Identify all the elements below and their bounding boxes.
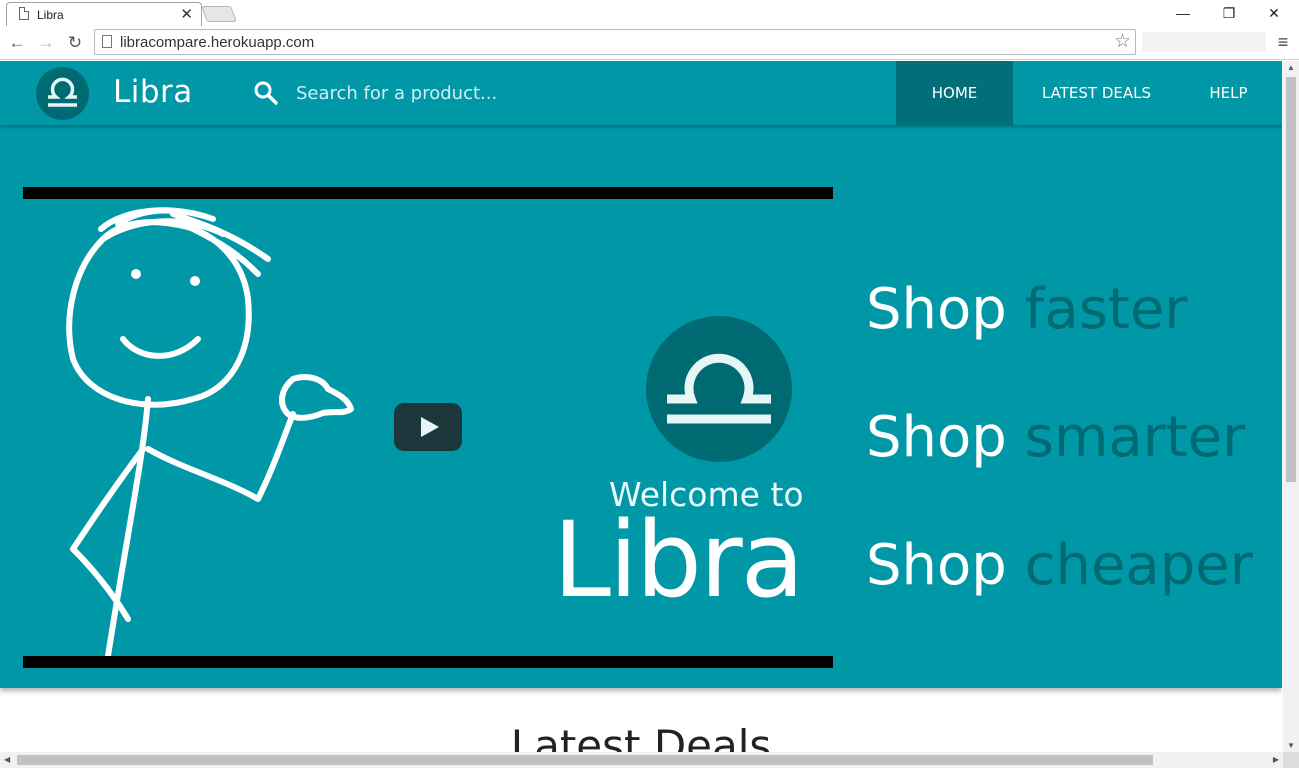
tab-title: Libra [37, 8, 64, 22]
libra-video-logo-icon [646, 316, 792, 462]
scrollbar-corner [1283, 752, 1299, 768]
tagline-faster: Shop faster [866, 277, 1187, 342]
video-letterbox-top [23, 187, 833, 199]
brand-name[interactable]: Libra [113, 74, 193, 110]
restore-button[interactable]: ❐ [1206, 2, 1252, 24]
tagline-accent: cheaper [1024, 533, 1253, 598]
page-icon [102, 35, 112, 48]
address-bar[interactable]: libracompare.herokuapp.com ☆ [94, 29, 1136, 55]
vertical-scroll-thumb[interactable] [1286, 77, 1296, 482]
site-navbar: Libra HOME LATEST DEALS HELP [0, 61, 1282, 125]
video-letterbox-bottom [23, 656, 833, 668]
scroll-right-icon[interactable]: ▶ [1273, 755, 1279, 764]
page-viewport: Libra HOME LATEST DEALS HELP [0, 61, 1282, 752]
intro-video[interactable]: Welcome to Libra [23, 187, 833, 668]
url-text[interactable]: libracompare.herokuapp.com [120, 34, 314, 51]
tagline-smarter: Shop smarter [866, 405, 1245, 470]
tagline-cheaper: Shop cheaper [866, 533, 1253, 598]
nav-help[interactable]: HELP [1180, 61, 1277, 125]
forward-button[interactable]: → [35, 32, 57, 54]
latest-deals-heading: Latest Deals [510, 721, 772, 752]
vertical-scrollbar[interactable]: ▲ ▼ [1283, 61, 1299, 752]
product-search-input[interactable] [296, 78, 696, 108]
horizontal-scroll-thumb[interactable] [17, 755, 1153, 765]
scroll-left-icon[interactable]: ◀ [4, 755, 10, 764]
stick-figure-illustration [66, 207, 354, 656]
close-window-button[interactable]: ✕ [1251, 2, 1297, 24]
scroll-down-icon[interactable]: ▼ [1287, 741, 1295, 750]
tagline-word: Shop [866, 533, 1007, 598]
tagline-word: Shop [866, 277, 1007, 342]
tab-strip: Libra ✕ — ❐ ✕ [0, 0, 1299, 26]
tagline-accent: faster [1024, 277, 1188, 342]
new-tab-button[interactable] [201, 6, 237, 22]
bookmark-star-icon[interactable]: ☆ [1114, 30, 1131, 53]
page-icon [19, 7, 29, 20]
horizontal-scrollbar[interactable]: ◀ ▶ [0, 752, 1283, 768]
reload-button[interactable]: ↻ [64, 32, 86, 54]
hero-section: Welcome to Libra Shop faster Shop smarte… [0, 125, 1282, 688]
minimize-button[interactable]: — [1160, 2, 1206, 24]
libra-logo-icon[interactable] [36, 67, 89, 120]
back-button[interactable]: ← [6, 32, 28, 54]
nav-latest-deals[interactable]: LATEST DEALS [1013, 61, 1180, 125]
tagline-word: Shop [866, 405, 1007, 470]
video-play-button[interactable] [394, 403, 462, 451]
search-icon[interactable] [253, 80, 279, 106]
browser-toolbar: ← → ↻ libracompare.herokuapp.com ☆ ≡ [0, 26, 1299, 60]
browser-tab[interactable]: Libra ✕ [6, 2, 202, 26]
nav-home[interactable]: HOME [896, 61, 1013, 125]
tagline-accent: smarter [1024, 405, 1246, 470]
tab-close-icon[interactable]: ✕ [180, 5, 193, 23]
scroll-up-icon[interactable]: ▲ [1287, 63, 1295, 72]
extension-area [1142, 32, 1266, 52]
chrome-menu-icon[interactable]: ≡ [1274, 32, 1292, 52]
video-brand-text: Libra [553, 499, 804, 621]
